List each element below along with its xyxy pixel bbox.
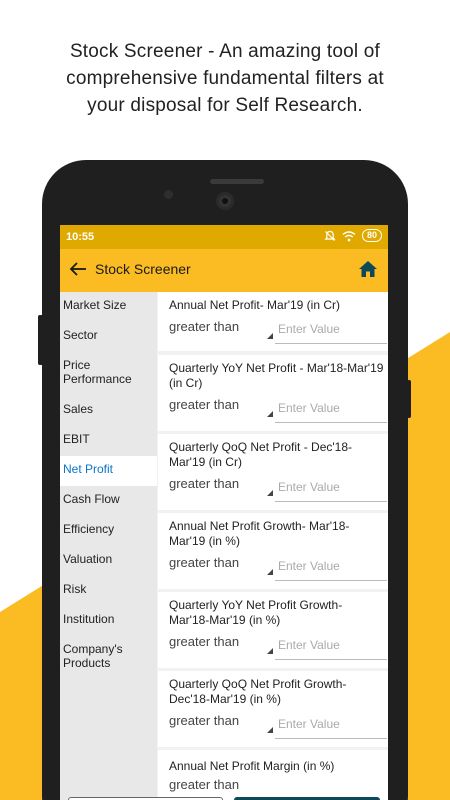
power-button — [407, 380, 411, 418]
filter-card: Quarterly YoY Net Profit Growth- Mar'18-… — [158, 592, 388, 668]
sensor-icon — [164, 190, 173, 199]
operator-value: greater than — [169, 777, 240, 792]
dropdown-arrow-icon — [267, 569, 273, 575]
operator-value: greater than — [169, 634, 240, 649]
filter-title: Quarterly QoQ Net Profit Growth- Dec'18-… — [169, 677, 347, 706]
filter-title: Annual Net Profit Margin (in %) — [169, 759, 335, 773]
operator-select[interactable]: greater than — [169, 555, 273, 575]
sidebar-item-risk[interactable]: Risk — [60, 576, 157, 606]
dropdown-arrow-icon — [267, 727, 273, 733]
operator-select[interactable]: greater than — [169, 777, 273, 797]
operator-value: greater than — [169, 397, 240, 412]
sidebar-item-ebit[interactable]: EBIT — [60, 426, 157, 456]
sidebar-item-sales[interactable]: Sales — [60, 396, 157, 426]
headline-line-1: Stock Screener - An amazing tool of — [69, 41, 381, 62]
sidebar-item-companys-products[interactable]: Company's Products — [60, 636, 157, 680]
sidebar-item-net-profit[interactable]: Net Profit — [60, 456, 157, 486]
do-not-disturb-icon — [324, 230, 336, 241]
operator-value: greater than — [169, 555, 240, 570]
app-bar: Stock Screener — [60, 249, 388, 292]
value-input[interactable]: Enter Value — [275, 559, 387, 581]
filter-card: Annual Net Profit- Mar'19 (in Cr) greate… — [158, 292, 388, 351]
operator-value: greater than — [169, 476, 240, 491]
dropdown-arrow-icon — [267, 648, 273, 654]
sidebar-item-efficiency[interactable]: Efficiency — [60, 516, 157, 546]
headline: Stock Screener - An amazing tool of comp… — [20, 38, 430, 119]
arrow-left-icon[interactable] — [68, 259, 88, 279]
value-input[interactable]: Enter Value — [275, 322, 387, 344]
wifi-icon — [342, 230, 356, 241]
sidebar-item-sector[interactable]: Sector — [60, 322, 157, 352]
filter-card: Quarterly QoQ Net Profit Growth- Dec'18-… — [158, 671, 388, 747]
headline-line-3: your disposal for Self Research. — [87, 95, 363, 116]
operator-select[interactable]: greater than — [169, 634, 273, 654]
filter-list: Annual Net Profit- Mar'19 (in Cr) greate… — [157, 292, 388, 800]
filter-title: Quarterly QoQ Net Profit - Dec'18-Mar'19… — [169, 440, 353, 469]
sidebar-item-price-performance[interactable]: Price Performance — [60, 352, 157, 396]
page-title: Stock Screener — [95, 261, 191, 277]
operator-value: greater than — [169, 319, 240, 334]
value-input[interactable]: Enter Value — [275, 401, 387, 423]
status-time: 10:55 — [66, 231, 95, 243]
sidebar-item-valuation[interactable]: Valuation — [60, 546, 157, 576]
operator-select[interactable]: greater than — [169, 713, 273, 733]
value-input[interactable]: Enter Value — [275, 638, 387, 660]
camera-icon — [216, 192, 234, 210]
dropdown-arrow-icon — [267, 490, 273, 496]
operator-value: greater than — [169, 713, 240, 728]
headline-line-2: comprehensive fundamental filters at — [66, 68, 384, 89]
category-sidebar: Market Size Sector Price Performance Sal… — [60, 292, 157, 800]
battery-icon: 80 — [361, 229, 382, 242]
dropdown-arrow-icon — [267, 411, 273, 417]
filter-card: Annual Net Profit Growth- Mar'18-Mar'19 … — [158, 513, 388, 589]
dropdown-arrow-icon — [267, 333, 273, 339]
value-input[interactable]: Enter Value — [275, 480, 387, 502]
status-bar: 10:55 80 — [60, 225, 388, 249]
volume-button — [38, 315, 43, 365]
sidebar-item-market-size[interactable]: Market Size — [60, 292, 157, 322]
operator-select[interactable]: greater than — [169, 319, 273, 339]
operator-select[interactable]: greater than — [169, 476, 273, 496]
speaker-grille — [210, 179, 264, 184]
operator-select[interactable]: greater than — [169, 397, 273, 417]
sidebar-item-cash-flow[interactable]: Cash Flow — [60, 486, 157, 516]
filter-title: Quarterly YoY Net Profit - Mar'18-Mar'19… — [169, 361, 384, 390]
filter-card: Annual Net Profit Margin (in %) greater … — [158, 750, 388, 800]
app-screen: 10:55 80 Stock Screener Market Size Sect… — [60, 225, 388, 800]
value-input[interactable]: Enter Value — [275, 717, 387, 739]
sidebar-item-institution[interactable]: Institution — [60, 606, 157, 636]
filter-title: Quarterly YoY Net Profit Growth- Mar'18-… — [169, 598, 343, 627]
home-icon[interactable] — [358, 259, 378, 279]
filter-card: Quarterly YoY Net Profit - Mar'18-Mar'19… — [158, 355, 388, 431]
filter-title: Annual Net Profit- Mar'19 (in Cr) — [169, 298, 341, 312]
filter-title: Annual Net Profit Growth- Mar'18-Mar'19 … — [169, 519, 350, 548]
filter-card: Quarterly QoQ Net Profit - Dec'18-Mar'19… — [158, 434, 388, 510]
